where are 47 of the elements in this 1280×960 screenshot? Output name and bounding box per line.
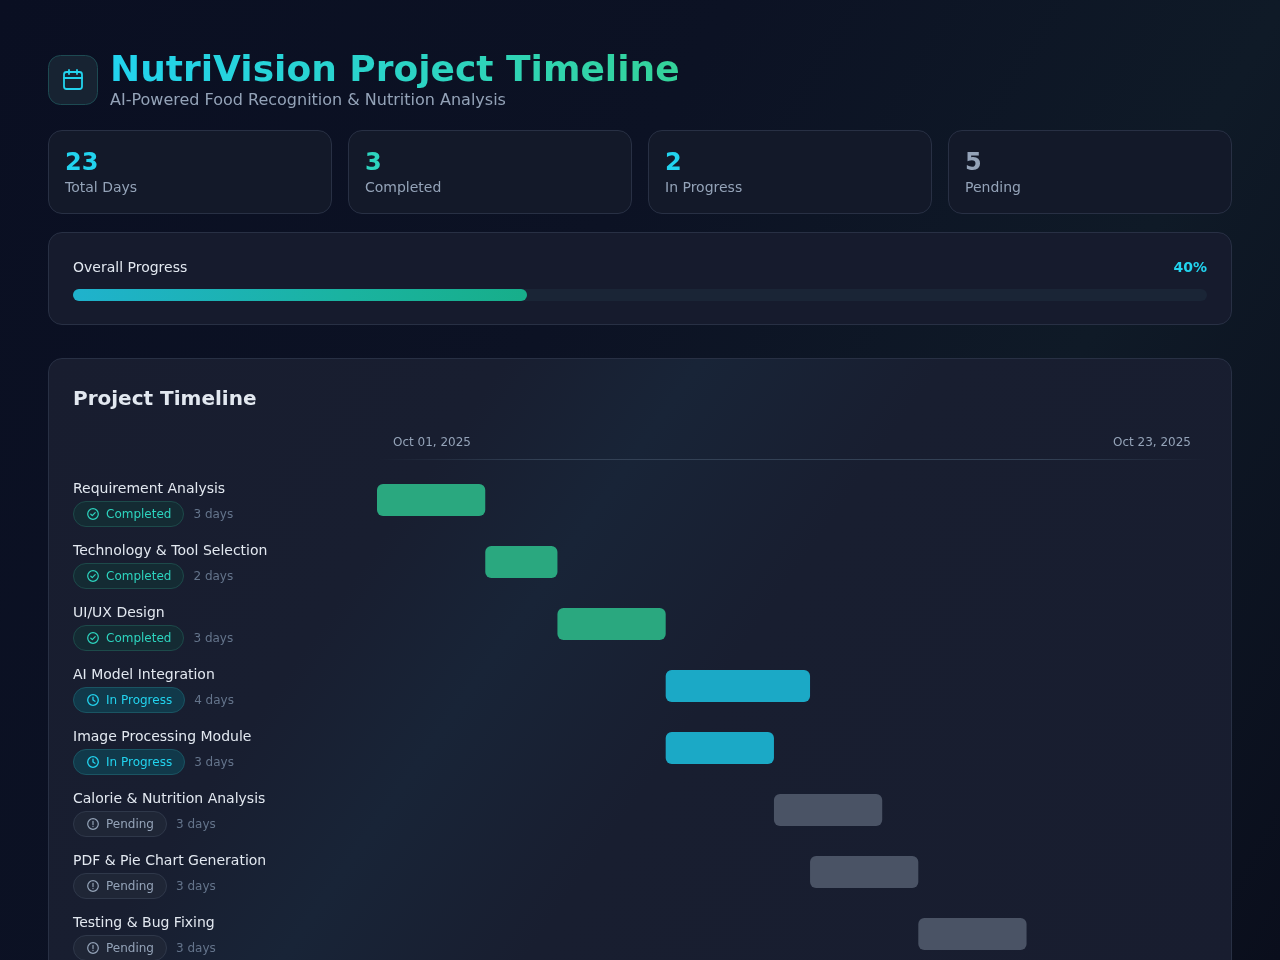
task-name: UI/UX Design	[73, 603, 165, 621]
calendar-icon	[48, 55, 98, 105]
progress-label: Overall Progress	[73, 258, 188, 277]
clock-icon	[87, 756, 99, 768]
alert-circle-icon	[87, 942, 99, 954]
clock-icon	[87, 694, 99, 706]
progress-percent: 40%	[1173, 258, 1207, 277]
task-duration: 3 days	[193, 630, 234, 646]
status-text: Pending	[106, 878, 154, 894]
check-circle-icon	[87, 508, 99, 520]
task-name: PDF & Pie Chart Generation	[73, 851, 267, 869]
stat-value: 5	[965, 147, 982, 177]
task-name: Requirement Analysis	[73, 479, 226, 497]
stat-value: 23	[65, 147, 99, 177]
status-text: Pending	[106, 940, 154, 956]
page-subtitle: AI-Powered Food Recognition & Nutrition Analysis	[110, 89, 506, 111]
check-circle-icon	[87, 632, 99, 644]
date-label: Oct 23, 2025	[1113, 434, 1191, 450]
stat-label: In Progress	[665, 178, 743, 197]
task-duration: 4 days	[194, 692, 234, 708]
status-text: In Progress	[106, 692, 173, 708]
alert-circle-icon	[87, 818, 99, 830]
task-duration: 3 days	[193, 506, 234, 522]
check-circle-icon	[87, 570, 99, 582]
date-label: Oct 01, 2025	[393, 434, 471, 450]
alert-circle-icon	[87, 880, 99, 892]
task-duration: 3 days	[176, 878, 216, 894]
stat-value: 3	[365, 147, 382, 177]
task-name: Technology & Tool Selection	[73, 541, 268, 559]
task-name: Image Processing Module	[73, 727, 252, 745]
status-text: Pending	[106, 816, 154, 832]
stat-label: Total Days	[65, 178, 138, 197]
status-text: Completed	[106, 568, 172, 584]
task-duration: 3 days	[176, 816, 216, 832]
task-name: AI Model Integration	[73, 665, 215, 683]
task-duration: 3 days	[194, 754, 234, 770]
stat-label: Pending	[965, 178, 1021, 197]
stat-label: Completed	[365, 178, 442, 197]
status-text: Completed	[106, 506, 172, 522]
task-name: Testing & Bug Fixing	[73, 913, 215, 931]
stat-value: 2	[665, 147, 682, 177]
status-text: In Progress	[106, 754, 173, 770]
task-duration: 3 days	[176, 940, 216, 956]
task-duration: 2 days	[193, 568, 234, 584]
task-name: Calorie & Nutrition Analysis	[73, 789, 266, 807]
status-text: Completed	[106, 630, 172, 646]
timeline-title: Project Timeline	[73, 385, 257, 412]
